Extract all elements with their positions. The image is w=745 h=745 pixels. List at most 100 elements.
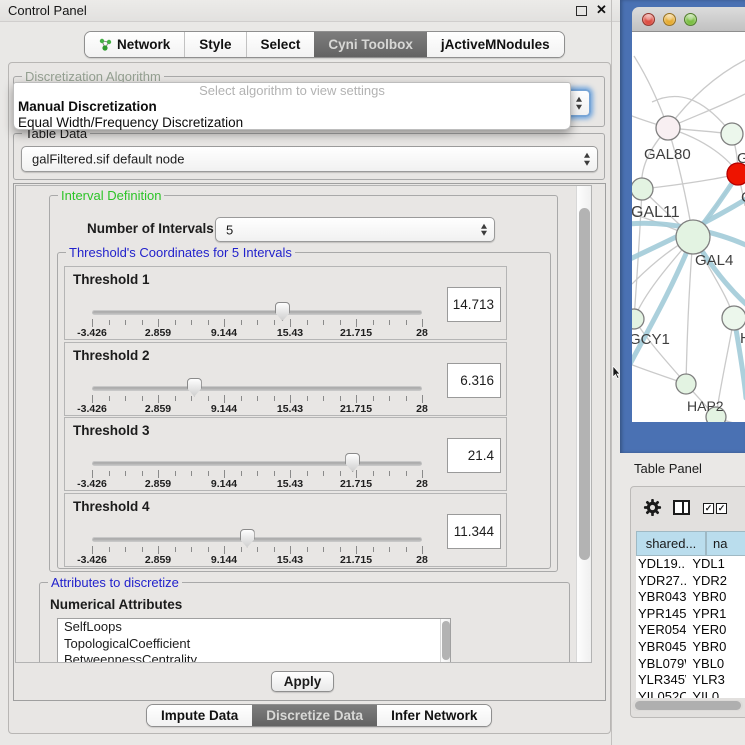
attributes-scrollbar-thumb[interactable] (442, 621, 450, 660)
attribute-item-betweennesscentrality[interactable]: BetweennessCentrality (58, 652, 450, 663)
float-icon[interactable] (576, 6, 587, 16)
network-edge[interactable] (642, 174, 738, 189)
slider-tick (125, 396, 126, 401)
threshold-value-field[interactable]: 21.4 (447, 438, 501, 473)
threshold-slider-track[interactable] (92, 537, 422, 542)
num-intervals-value: 5 (226, 222, 233, 237)
threshold-slider-handle[interactable] (240, 529, 255, 548)
unselect-all-icon[interactable]: ✓ (716, 503, 727, 514)
bottom-tab-label: Discretize Data (266, 708, 363, 723)
column-header[interactable]: shared... (636, 531, 706, 556)
slider-tick-label: 21.715 (340, 554, 372, 566)
attribute-item-selfloops[interactable]: SelfLoops (58, 619, 450, 636)
slider-tick-label: 15.43 (277, 327, 303, 339)
threshold-slider-handle[interactable] (187, 378, 202, 397)
tab-cyni-toolbox[interactable]: Cyni Toolbox (314, 32, 427, 57)
table-row[interactable]: YER054CYER0 (636, 622, 745, 639)
network-edge[interactable] (686, 237, 693, 384)
table-data-combo[interactable]: galFiltered.sif default node (21, 146, 598, 172)
slider-tick (125, 547, 126, 552)
gear-icon[interactable] (643, 498, 662, 517)
slider-tick-label: 15.43 (277, 554, 303, 566)
slider-tick (109, 471, 110, 476)
slider-tick (158, 546, 159, 554)
table-hscrollbar-thumb[interactable] (635, 701, 741, 710)
slider-tick (422, 395, 423, 403)
threshold-title: Threshold 1 (73, 272, 150, 287)
table-row[interactable]: YPR145WYPR1 (636, 606, 745, 623)
threshold-slider-handle[interactable] (345, 453, 360, 472)
table-row[interactable]: YIL052CYIL0 (636, 689, 745, 698)
cell-name: YBL0 (686, 656, 745, 673)
slider-tick (274, 547, 275, 552)
threshold-slider-track[interactable] (92, 386, 422, 391)
slider-tick (175, 320, 176, 325)
bottom-tab-impute-data[interactable]: Impute Data (147, 705, 252, 726)
slider-tick-label: 21.715 (340, 478, 372, 490)
traffic-close-icon[interactable] (642, 13, 655, 26)
slider-tick (373, 396, 374, 401)
numerical-attributes-list[interactable]: SelfLoopsTopologicalCoefficientBetweenne… (57, 618, 451, 663)
table-row[interactable]: YBL079WYBL0 (636, 656, 745, 673)
threshold-title: Threshold 2 (73, 348, 150, 363)
select-all-icon[interactable]: ✓ (703, 503, 714, 514)
threshold-slider-track[interactable] (92, 310, 422, 315)
close-icon[interactable]: ✕ (596, 2, 607, 18)
slider-tick (290, 395, 291, 403)
cell-shared-name: YER054C (636, 622, 686, 639)
slider-tick (422, 319, 423, 327)
GAL11-node[interactable] (632, 178, 653, 200)
slider-tick (158, 395, 159, 403)
popup-option-manual-discretization[interactable]: Manual Discretization (14, 99, 570, 115)
slider-tick (356, 395, 357, 403)
threshold-box: Threshold 3-3.4262.8599.14415.4321.71528… (64, 417, 507, 491)
num-intervals-combo[interactable]: 5 (215, 217, 495, 242)
HAP2-node[interactable] (676, 374, 696, 394)
split-view-icon[interactable] (673, 500, 690, 515)
threshold-value-field[interactable]: 14.713 (447, 287, 501, 322)
tab-jactivemnodules[interactable]: jActiveMNodules (427, 32, 564, 57)
table-row[interactable]: YDR27...YDR2 (636, 573, 745, 590)
network-window-titlebar[interactable] (632, 7, 745, 32)
tab-select[interactable]: Select (246, 32, 315, 57)
GAL4-node[interactable] (676, 220, 710, 254)
GCY1-node[interactable] (632, 309, 644, 329)
threshold-value-field[interactable]: 11.344 (447, 514, 501, 549)
network-canvas[interactable]: GAL80GCGAL11GAL4GCY1HHAP2 (632, 32, 745, 422)
tab-network[interactable]: Network (85, 32, 184, 57)
apply-button[interactable]: Apply (271, 671, 334, 692)
node-label-c: C (741, 189, 745, 206)
threshold-value-field[interactable]: 6.316 (447, 363, 501, 398)
table-row[interactable]: YBR043CYBR0 (636, 589, 745, 606)
cell-shared-name: YDL19... (636, 556, 686, 573)
bottom-tab-discretize-data[interactable]: Discretize Data (252, 705, 377, 726)
slider-tick (406, 471, 407, 476)
threshold-slider-handle[interactable] (275, 302, 290, 321)
network-edge[interactable] (668, 60, 745, 128)
tab-style[interactable]: Style (184, 32, 245, 57)
cell-shared-name: YLR345W (636, 672, 686, 689)
table-row[interactable]: YDL19...YDL1 (636, 556, 745, 573)
traffic-zoom-icon[interactable] (684, 13, 697, 26)
settings-scrollbar-thumb[interactable] (579, 208, 590, 560)
interval-definition-group: Interval Definition Number of Intervals … (49, 195, 558, 572)
column-header[interactable]: na (706, 531, 745, 556)
attributes-list-scrollbar[interactable] (440, 619, 450, 663)
popup-option-equal-width-frequency-discretization[interactable]: Equal Width/Frequency Discretization (14, 115, 570, 131)
slider-tick (307, 320, 308, 325)
H-node[interactable] (722, 306, 745, 330)
attribute-item-topologicalcoefficient[interactable]: TopologicalCoefficient (58, 636, 450, 653)
GAL80-node[interactable] (656, 116, 680, 140)
table-row[interactable]: YLR345WYLR3 (636, 672, 745, 689)
slider-tick-label: -3.426 (77, 554, 107, 566)
table-hscrollbar[interactable] (632, 700, 743, 711)
threshold-slider-track[interactable] (92, 461, 422, 466)
table-row[interactable]: YBR045CYBR0 (636, 639, 745, 656)
bottom-tab-infer-network[interactable]: Infer Network (377, 705, 491, 726)
slider-tick (158, 319, 159, 327)
slider-tick (290, 546, 291, 554)
traffic-minimize-icon[interactable] (663, 13, 676, 26)
tab-label: jActiveMNodules (441, 37, 550, 52)
settings-scrollbar[interactable] (576, 186, 591, 663)
node-top-right[interactable] (721, 123, 743, 145)
